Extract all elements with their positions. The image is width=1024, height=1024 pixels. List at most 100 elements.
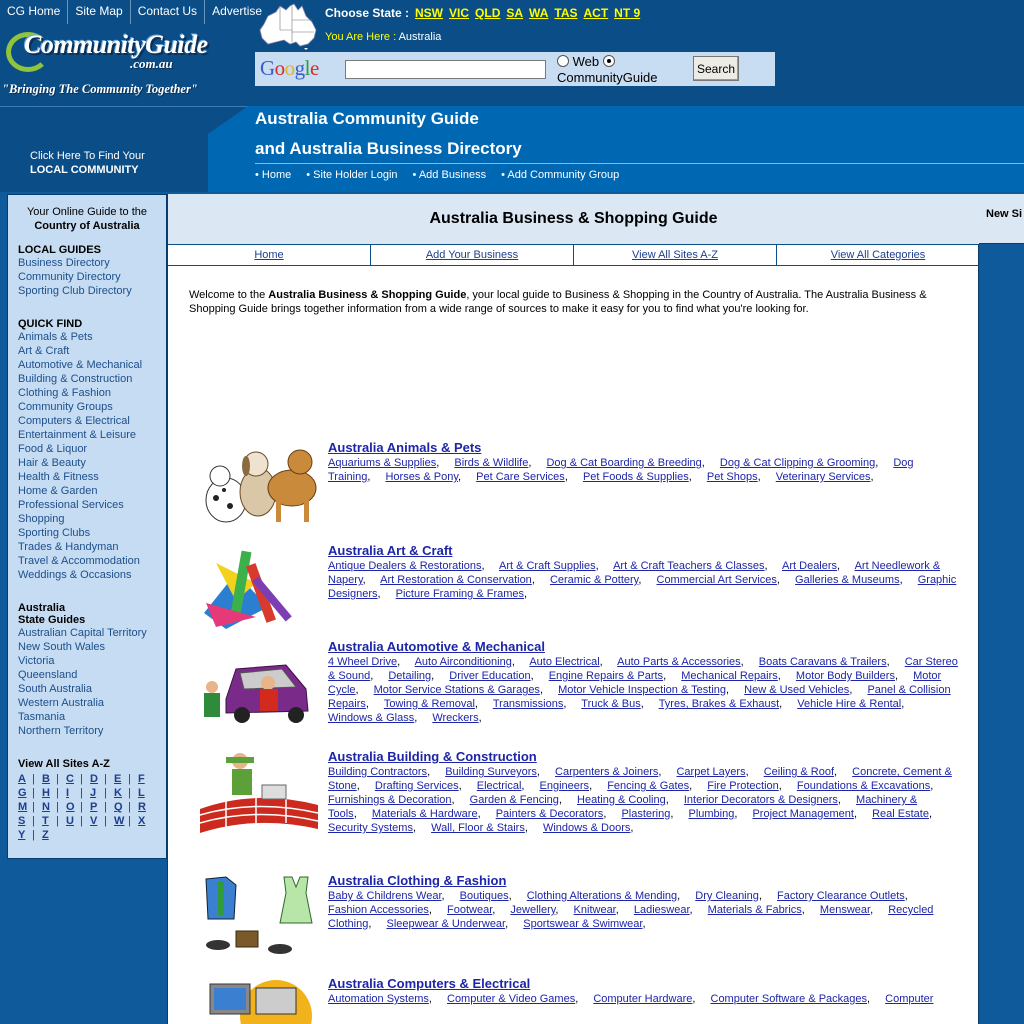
category-link-art-and-craft-supplies[interactable]: Art & Craft Supplies [499, 560, 596, 572]
sidebar-item-new-south-wales[interactable]: New South Wales [18, 640, 166, 654]
category-link-knitwear[interactable]: Knitwear [574, 904, 616, 916]
az-link-i[interactable]: I [66, 786, 90, 800]
az-link-e[interactable]: E [114, 772, 138, 786]
category-link-aquariums-and-supplies[interactable]: Aquariums & Supplies [328, 457, 436, 469]
sidebar-item-south-australia[interactable]: South Australia [18, 682, 166, 696]
sidebar-item-sporting-club-directory[interactable]: Sporting Club Directory [18, 284, 166, 298]
sidebar-item-victoria[interactable]: Victoria [18, 654, 166, 668]
category-link-sleepwear-and-underwear[interactable]: Sleepwear & Underwear [386, 918, 505, 930]
category-link-new-and-used-vehicles[interactable]: New & Used Vehicles [744, 684, 849, 696]
category-link-menswear[interactable]: Menswear [820, 904, 870, 916]
sidebar-item-automotive-and-mechanical[interactable]: Automotive & Mechanical [18, 358, 166, 372]
category-link-boutiques[interactable]: Boutiques [460, 890, 509, 902]
sidebar-item-food-and-liquor[interactable]: Food & Liquor [18, 442, 166, 456]
category-link-interior-decorators-and-designers[interactable]: Interior Decorators & Designers [684, 794, 838, 806]
dogs-icon[interactable] [196, 440, 326, 530]
bricklayer-icon[interactable] [196, 749, 326, 839]
category-link-art-dealers[interactable]: Art Dealers [782, 560, 837, 572]
category-link-pet-shops[interactable]: Pet Shops [707, 471, 758, 483]
sidebar-item-community-directory[interactable]: Community Directory [18, 270, 166, 284]
az-link-n[interactable]: N [42, 800, 66, 814]
category-link-sportswear-and-swimwear[interactable]: Sportswear & Swimwear [523, 918, 642, 930]
category-link-fashion-accessories[interactable]: Fashion Accessories [328, 904, 429, 916]
category-link-carpenters-and-joiners[interactable]: Carpenters & Joiners [555, 766, 658, 778]
category-link-ceiling-and-roof[interactable]: Ceiling & Roof [764, 766, 834, 778]
az-link-c[interactable]: C [66, 772, 90, 786]
az-link-q[interactable]: Q [114, 800, 138, 814]
community-guide-logo[interactable]: CommunityGuide .com.au [6, 26, 242, 86]
category-link-auto-electrical[interactable]: Auto Electrical [529, 656, 599, 668]
category-title-australia-automotive-and-mechanical[interactable]: Australia Automotive & Mechanical [328, 639, 960, 655]
category-link-building-contractors[interactable]: Building Contractors [328, 766, 427, 778]
sidebar-item-tasmania[interactable]: Tasmania [18, 710, 166, 724]
category-link-baby-and-childrens-wear[interactable]: Baby & Childrens Wear [328, 890, 442, 902]
category-link-materials-and-hardware[interactable]: Materials & Hardware [372, 808, 478, 820]
top-link-site-map[interactable]: Site Map [68, 0, 131, 24]
state-link-nsw[interactable]: NSW [415, 6, 443, 20]
sidebar-item-western-australia[interactable]: Western Australia [18, 696, 166, 710]
category-link-windows-and-doors[interactable]: Windows & Doors [543, 822, 630, 834]
category-link-ladieswear[interactable]: Ladieswear [634, 904, 690, 916]
az-link-w[interactable]: W [114, 814, 138, 828]
az-link-k[interactable]: K [114, 786, 138, 800]
category-link-motor-vehicle-inspection-and-testing[interactable]: Motor Vehicle Inspection & Testing [558, 684, 726, 696]
az-link-z[interactable]: Z [42, 828, 66, 842]
category-link-tyres-brakes-and-exhaust[interactable]: Tyres, Brakes & Exhaust [659, 698, 779, 710]
az-link-v[interactable]: V [90, 814, 114, 828]
category-link-detailing[interactable]: Detailing [388, 670, 431, 682]
az-link-j[interactable]: J [90, 786, 114, 800]
category-link-mechanical-repairs[interactable]: Mechanical Repairs [681, 670, 778, 682]
tab-view-all-sites-a-z[interactable]: View All Sites A-Z [574, 245, 777, 265]
az-link-x[interactable]: X [138, 814, 162, 828]
category-link-carpet-layers[interactable]: Carpet Layers [676, 766, 745, 778]
web-radio[interactable] [557, 55, 569, 67]
sidebar-item-community-groups[interactable]: Community Groups [18, 400, 166, 414]
az-link-o[interactable]: O [66, 800, 90, 814]
australia-map-icon[interactable] [258, 2, 320, 50]
category-link-computer-hardware[interactable]: Computer Hardware [593, 993, 692, 1005]
sidebar-item-weddings-and-occasions[interactable]: Weddings & Occasions [18, 568, 166, 582]
az-link-f[interactable]: F [138, 772, 162, 786]
category-link-fencing-and-gates[interactable]: Fencing & Gates [607, 780, 689, 792]
az-link-l[interactable]: L [138, 786, 162, 800]
category-link-project-management[interactable]: Project Management [752, 808, 854, 820]
az-link-g[interactable]: G [18, 786, 42, 800]
category-link-ceramic-and-pottery[interactable]: Ceramic & Pottery [550, 574, 638, 586]
sidebar-item-clothing-and-fashion[interactable]: Clothing & Fashion [18, 386, 166, 400]
sidebar-item-health-and-fitness[interactable]: Health & Fitness [18, 470, 166, 484]
category-link-antique-dealers-and-restorations[interactable]: Antique Dealers & Restorations [328, 560, 481, 572]
tab-view-all-categories[interactable]: View All Categories [777, 245, 979, 265]
az-link-r[interactable]: R [138, 800, 162, 814]
state-link-nt[interactable]: NT 9 [614, 6, 640, 20]
sidebar-item-australian-capital-territory[interactable]: Australian Capital Territory [18, 626, 166, 640]
category-link-fire-protection[interactable]: Fire Protection [707, 780, 779, 792]
category-link-foundations-and-excavations[interactable]: Foundations & Excavations [797, 780, 930, 792]
category-link-electrical[interactable]: Electrical [477, 780, 522, 792]
az-link-t[interactable]: T [42, 814, 66, 828]
az-link-p[interactable]: P [90, 800, 114, 814]
category-link-art-and-craft-teachers-and-classes[interactable]: Art & Craft Teachers & Classes [613, 560, 764, 572]
category-link-security-systems[interactable]: Security Systems [328, 822, 413, 834]
category-link-wreckers[interactable]: Wreckers [432, 712, 478, 724]
state-link-qld[interactable]: QLD [475, 6, 500, 20]
category-link-automation-systems[interactable]: Automation Systems [328, 993, 429, 1005]
sidebar-item-entertainment-and-leisure[interactable]: Entertainment & Leisure [18, 428, 166, 442]
communityguide-radio[interactable] [602, 55, 615, 67]
category-link-building-surveyors[interactable]: Building Surveyors [445, 766, 537, 778]
sidebar-item-trades-and-handyman[interactable]: Trades & Handyman [18, 540, 166, 554]
category-link-furnishings-and-decoration[interactable]: Furnishings & Decoration [328, 794, 452, 806]
sidebar-item-art-and-craft[interactable]: Art & Craft [18, 344, 166, 358]
category-link-computer[interactable]: Computer [885, 993, 933, 1005]
subnav-site-holder-login[interactable]: • Site Holder Login [306, 169, 397, 181]
category-link-engineers[interactable]: Engineers [540, 780, 590, 792]
category-link-vehicle-hire-and-rental[interactable]: Vehicle Hire & Rental [797, 698, 901, 710]
category-link-engine-repairs-and-parts[interactable]: Engine Repairs & Parts [549, 670, 663, 682]
state-link-act[interactable]: ACT [584, 6, 609, 20]
az-link-u[interactable]: U [66, 814, 90, 828]
top-link-cg-home[interactable]: CG Home [0, 0, 69, 24]
category-link-garden-and-fencing[interactable]: Garden & Fencing [470, 794, 559, 806]
category-link-jewellery[interactable]: Jewellery [510, 904, 555, 916]
category-link-towing-and-removal[interactable]: Towing & Removal [384, 698, 475, 710]
sidebar-item-queensland[interactable]: Queensland [18, 668, 166, 682]
sidebar-item-building-and-construction[interactable]: Building & Construction [18, 372, 166, 386]
